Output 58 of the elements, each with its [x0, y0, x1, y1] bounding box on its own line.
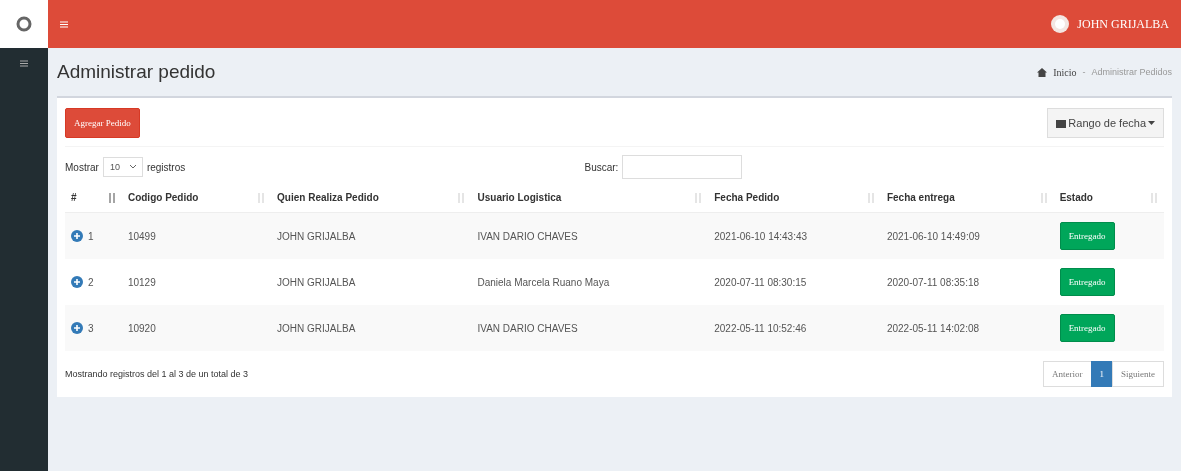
- pagination-button[interactable]: Anterior: [1043, 361, 1092, 387]
- avatar-icon: [1051, 15, 1070, 33]
- row-number: 1: [88, 230, 94, 242]
- logistics-user: IVAN DARIO CHAVES: [477, 322, 578, 334]
- logistics-user: Daniela Marcela Ruano Maya: [477, 276, 610, 288]
- home-icon: [1037, 67, 1048, 77]
- column-header[interactable]: Fecha Pedido: [714, 192, 780, 203]
- sort-icon: [1039, 192, 1048, 203]
- order-code: 10920: [127, 322, 156, 334]
- order-code: 10499: [127, 230, 156, 242]
- show-label: Mostrar: [65, 161, 99, 173]
- calendar-icon: [1056, 118, 1067, 128]
- order-date: 2022-05-11 10:52:46: [714, 322, 807, 334]
- requester-name: JOHN GRIJALBA: [277, 322, 356, 334]
- list-icon[interactable]: [20, 60, 28, 67]
- expand-icon[interactable]: [71, 276, 83, 288]
- pagination-button[interactable]: Siguiente: [1112, 361, 1164, 387]
- menu-icon[interactable]: [60, 20, 68, 28]
- search-label: Buscar:: [584, 161, 619, 173]
- order-date: 2021-06-10 14:43:43: [714, 230, 808, 242]
- breadcrumb-separator: -: [1082, 67, 1086, 77]
- page-size-select[interactable]: 10: [102, 157, 143, 177]
- breadcrumb-link[interactable]: Inicio: [1053, 66, 1077, 78]
- breadcrumb-current: Administrar Pedidos: [1091, 67, 1172, 77]
- chevron-down-icon: [129, 165, 136, 169]
- add-order-button[interactable]: Agregar Pedido: [65, 108, 140, 138]
- delivery-date: 2022-05-11 14:02:08: [886, 322, 980, 334]
- search-field[interactable]: [622, 155, 743, 179]
- row-number: 3: [88, 322, 94, 334]
- column-header[interactable]: Quien Realiza Pedido: [277, 192, 379, 203]
- expand-icon[interactable]: [71, 322, 83, 334]
- sort-icon: [694, 192, 703, 203]
- logistics-user: IVAN DARIO CHAVES: [477, 230, 578, 242]
- requester-name: JOHN GRIJALBA: [277, 230, 356, 242]
- order-code: 10129: [127, 276, 156, 288]
- requester-name: JOHN GRIJALBA: [277, 276, 356, 288]
- caret-icon: [1148, 121, 1155, 125]
- sort-icon: [1150, 192, 1158, 203]
- page-title: Administrar pedido: [57, 61, 216, 83]
- column-header[interactable]: Fecha entrega: [886, 192, 955, 203]
- order-date: 2020-07-11 08:30:15: [714, 276, 807, 288]
- sort-icon: [866, 192, 875, 203]
- column-header[interactable]: Estado: [1059, 192, 1093, 203]
- sort-icon: [107, 192, 116, 203]
- date-range-button[interactable]: Rango de fecha: [1047, 108, 1164, 138]
- records-label: registros: [146, 161, 186, 173]
- row-number: 2: [88, 276, 94, 288]
- expand-icon[interactable]: [71, 230, 83, 242]
- user-name[interactable]: JOHN GRIJALBA: [1077, 16, 1169, 32]
- sort-icon: [457, 192, 466, 203]
- logo-icon: [16, 16, 32, 32]
- column-header[interactable]: Usuario Logistica: [477, 192, 562, 203]
- sort-icon: [257, 192, 266, 203]
- delivery-date: 2021-06-10 14:49:09: [886, 230, 980, 242]
- column-header[interactable]: Codigo Pedido: [127, 192, 199, 203]
- delivery-date: 2020-07-11 08:35:18: [886, 276, 980, 288]
- table-info: Mostrando registros del 1 al 3 de un total de 3: [65, 369, 249, 379]
- column-header[interactable]: #: [71, 192, 77, 203]
